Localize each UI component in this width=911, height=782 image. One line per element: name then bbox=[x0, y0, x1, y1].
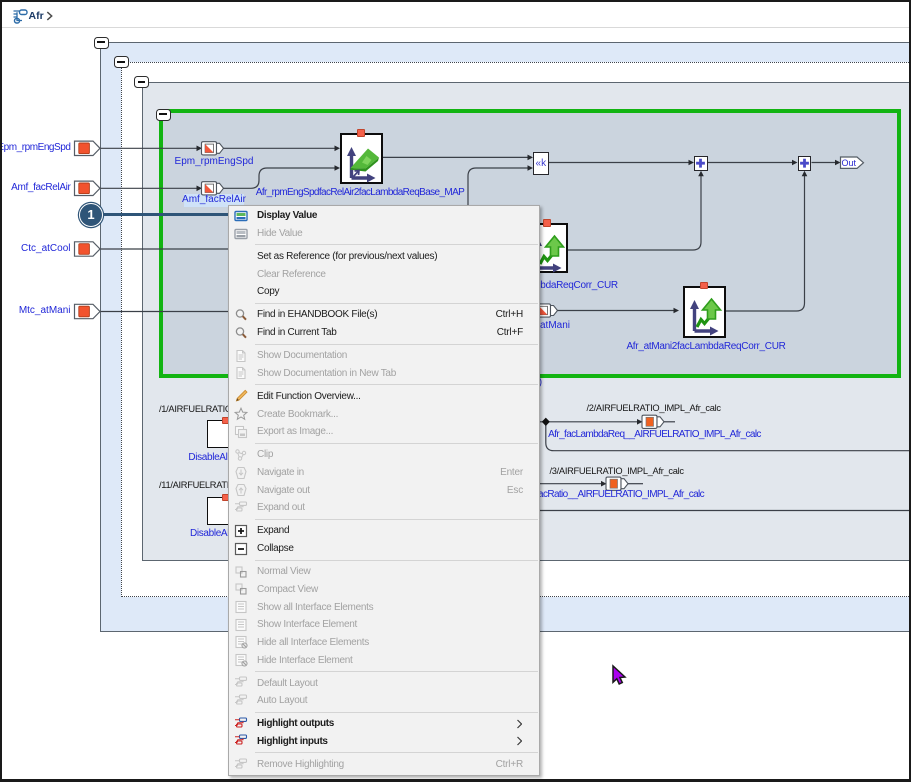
svg-text:Out: Out bbox=[842, 158, 857, 168]
